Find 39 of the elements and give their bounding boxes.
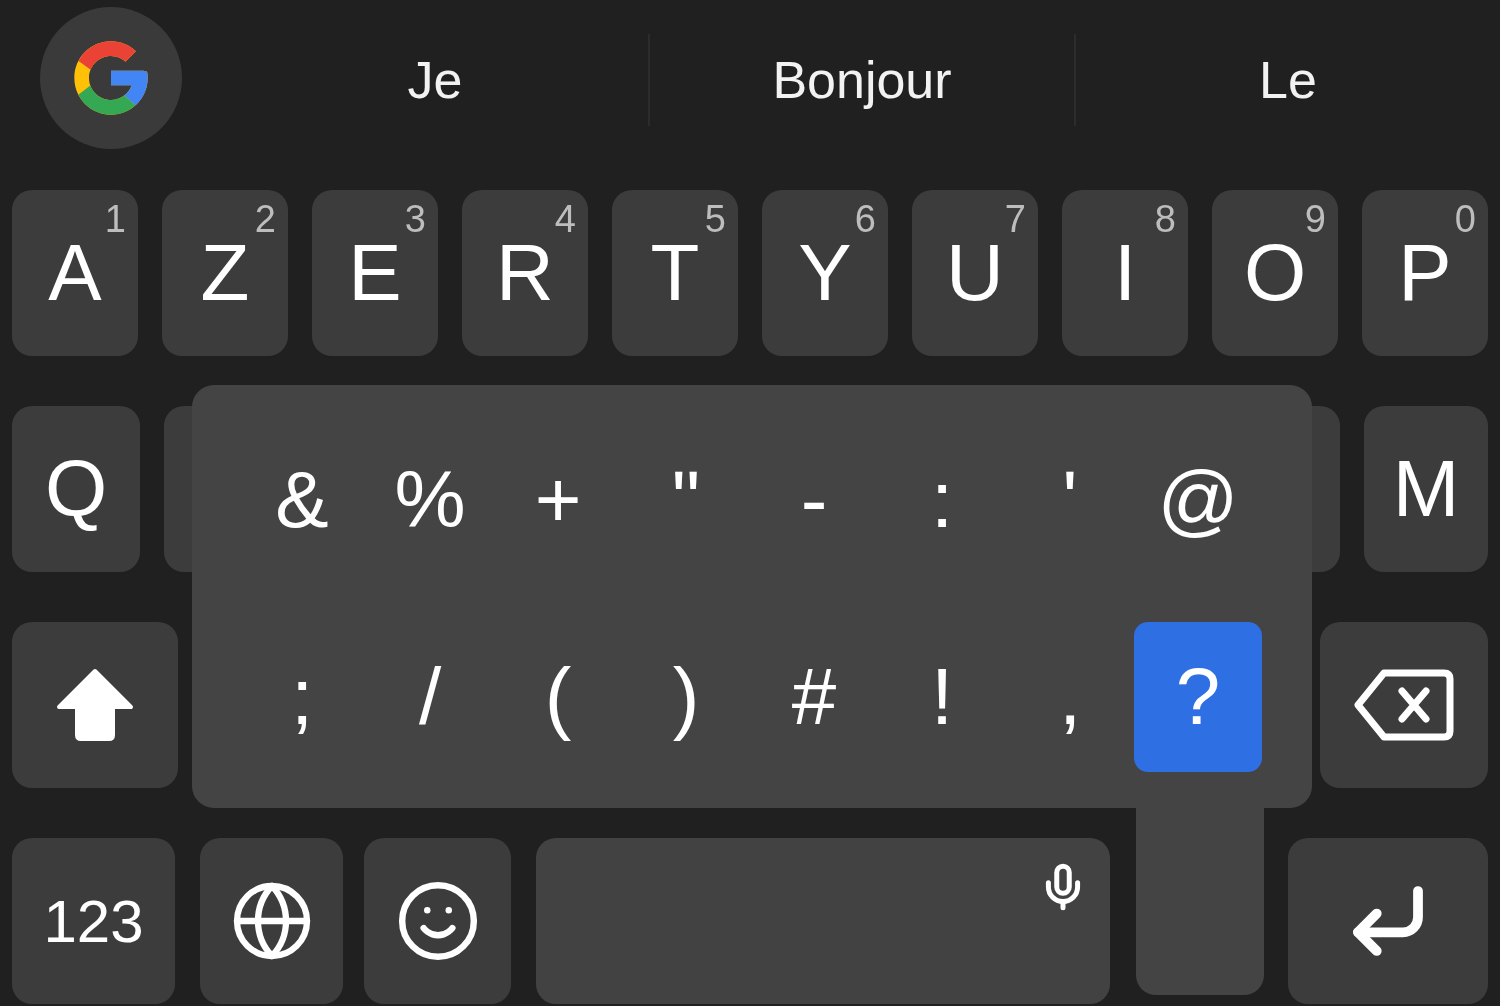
letter-key[interactable]: M — [1364, 406, 1488, 572]
symbol-key[interactable]: - — [750, 425, 878, 575]
letter-key[interactable]: A 1 — [12, 190, 138, 356]
letter-key[interactable]: T 5 — [612, 190, 738, 356]
letter-key[interactable]: O 9 — [1212, 190, 1338, 356]
letter-key[interactable]: Q — [12, 406, 140, 572]
backspace-key[interactable] — [1320, 622, 1488, 788]
symbol-key[interactable]: " — [622, 425, 750, 575]
symbol-key[interactable]: , — [1006, 622, 1134, 772]
enter-key[interactable] — [1288, 838, 1488, 1004]
letter-key[interactable]: U 7 — [912, 190, 1038, 356]
backspace-icon — [1354, 667, 1454, 743]
symbol-key[interactable]: ' — [1006, 425, 1134, 575]
suggestion[interactable]: Je — [407, 50, 463, 110]
letter-key[interactable]: Y 6 — [762, 190, 888, 356]
symbol-key[interactable]: + — [494, 425, 622, 575]
symbol-key[interactable]: / — [366, 622, 494, 772]
letter-key[interactable]: Z 2 — [162, 190, 288, 356]
letter-key[interactable]: R 4 — [462, 190, 588, 356]
letter-key[interactable]: I 8 — [1062, 190, 1188, 356]
shift-icon — [55, 667, 135, 743]
shift-key[interactable] — [12, 622, 178, 788]
symbol-key[interactable]: ! — [878, 622, 1006, 772]
symbol-key[interactable]: ? — [1134, 622, 1262, 772]
numbers-key[interactable]: 123 — [12, 838, 175, 1004]
symbol-key[interactable]: ( — [494, 622, 622, 772]
symbol-key[interactable]: : — [878, 425, 1006, 575]
suggestion[interactable]: Bonjour — [772, 50, 952, 110]
emoji-key[interactable] — [364, 838, 511, 1004]
symbol-key[interactable]: ; — [238, 622, 366, 772]
symbol-key[interactable]: & — [238, 425, 366, 575]
symbol-key[interactable]: % — [366, 425, 494, 575]
language-key[interactable] — [200, 838, 343, 1004]
suggestion[interactable]: Le — [1259, 50, 1317, 110]
symbol-key[interactable]: ) — [622, 622, 750, 772]
symbol-key[interactable]: # — [750, 622, 878, 772]
letter-key[interactable]: P 0 — [1362, 190, 1488, 356]
symbol-key[interactable]: @ — [1134, 425, 1262, 575]
letter-key[interactable]: E 3 — [312, 190, 438, 356]
